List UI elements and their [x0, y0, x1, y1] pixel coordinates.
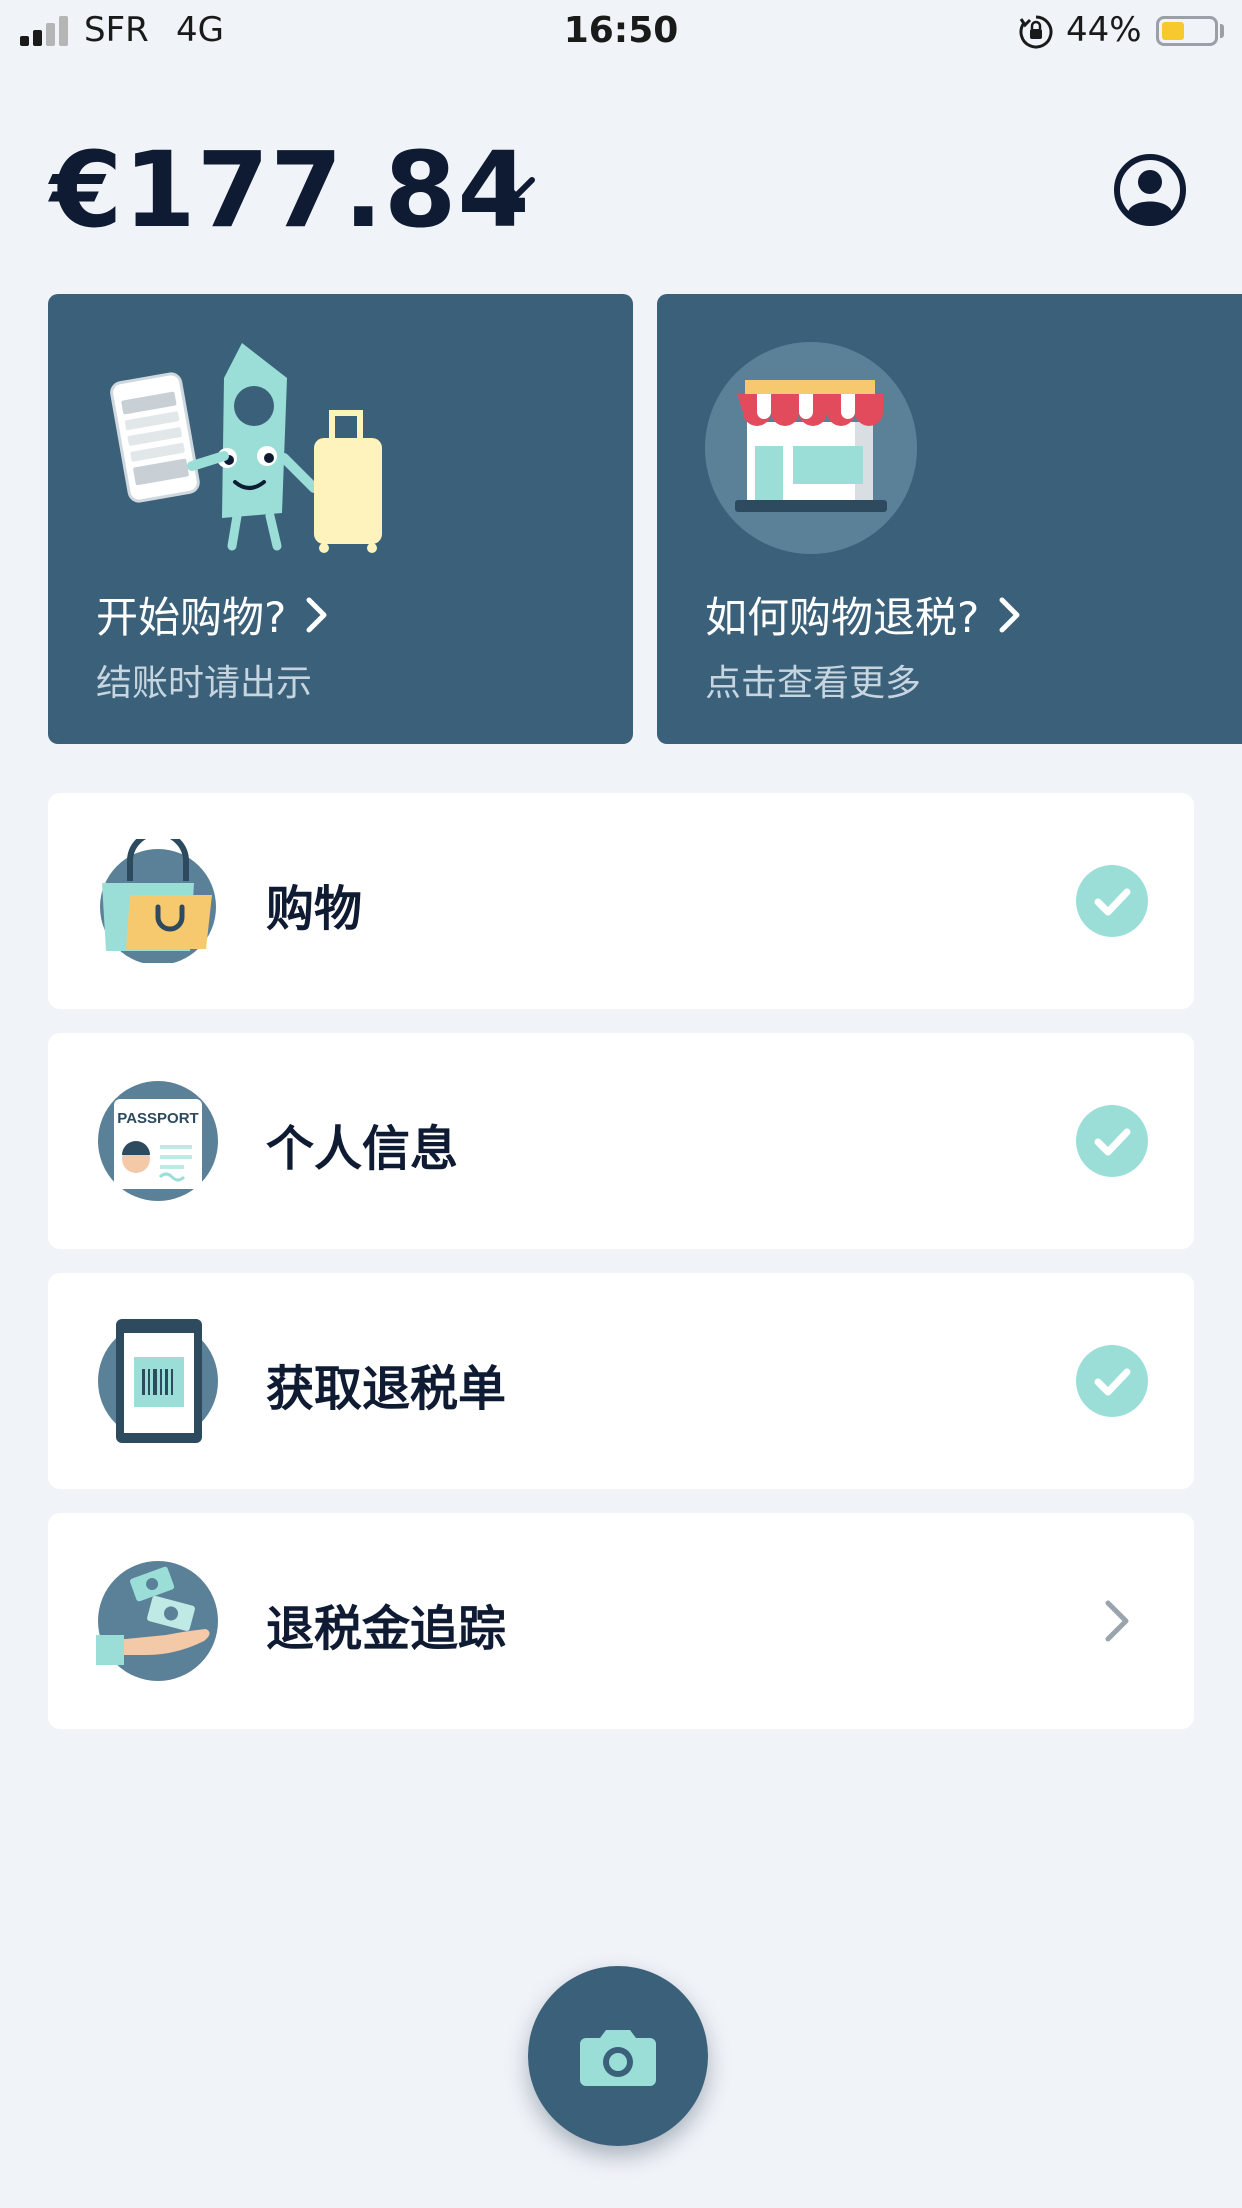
barcode-phone-icon — [98, 1319, 218, 1443]
user-circle-icon[interactable] — [1112, 152, 1188, 228]
chevron-right-icon — [1105, 1600, 1129, 1642]
step-get-refund-form[interactable]: 获取退税单 — [48, 1273, 1194, 1489]
how-to-refund-card[interactable]: 如何购物退税? 点击查看更多 — [657, 294, 1242, 744]
status-check-icon — [1076, 1105, 1148, 1177]
step-label: 购物 — [266, 881, 363, 937]
step-label: 获取退税单 — [266, 1361, 507, 1417]
store-front-illustration — [705, 342, 917, 554]
step-label: 个人信息 — [266, 1121, 459, 1177]
battery-percent: 44% — [1066, 10, 1142, 50]
shopping-bag-icon — [100, 839, 216, 963]
how-to-refund-subtitle: 点击查看更多 — [705, 663, 922, 704]
how-to-refund-title-row[interactable]: 如何购物退税? — [705, 584, 1023, 645]
start-shopping-title-row[interactable]: 开始购物? — [96, 584, 330, 645]
chevron-down-icon[interactable] — [494, 170, 538, 206]
passport-icon: PASSPORT — [98, 1081, 218, 1201]
camera-button[interactable] — [528, 1966, 708, 2146]
status-check-icon — [1076, 1345, 1148, 1417]
rotation-lock-icon — [1019, 15, 1053, 49]
balance-amount[interactable]: €177.84 — [50, 130, 531, 250]
status-time: 16:50 — [563, 10, 679, 51]
battery-fill — [1162, 22, 1184, 40]
start-shopping-title: 开始购物? — [96, 593, 287, 642]
battery-icon — [1156, 16, 1218, 46]
step-refund-tracking[interactable]: 退税金追踪 — [48, 1513, 1194, 1729]
svg-text:PASSPORT: PASSPORT — [117, 1110, 198, 1127]
chevron-right-icon — [999, 597, 1020, 632]
how-to-refund-title: 如何购物退税? — [705, 593, 980, 642]
start-shopping-subtitle: 结账时请出示 — [96, 663, 313, 704]
step-shopping[interactable]: 购物 — [48, 793, 1194, 1009]
battery-nub — [1220, 24, 1224, 38]
step-label: 退税金追踪 — [266, 1601, 507, 1657]
camera-icon — [580, 2030, 656, 2086]
chevron-right-icon — [306, 597, 327, 632]
status-check-icon — [1076, 865, 1148, 937]
status-bar: SFR 4G 16:50 44% — [0, 0, 1242, 64]
mascot-luggage-illustration — [110, 343, 382, 553]
start-shopping-card[interactable]: 开始购物? 结账时请出示 — [48, 294, 633, 744]
money-hand-icon — [96, 1561, 218, 1681]
step-personal-info[interactable]: PASSPORT 个人信息 — [48, 1033, 1194, 1249]
